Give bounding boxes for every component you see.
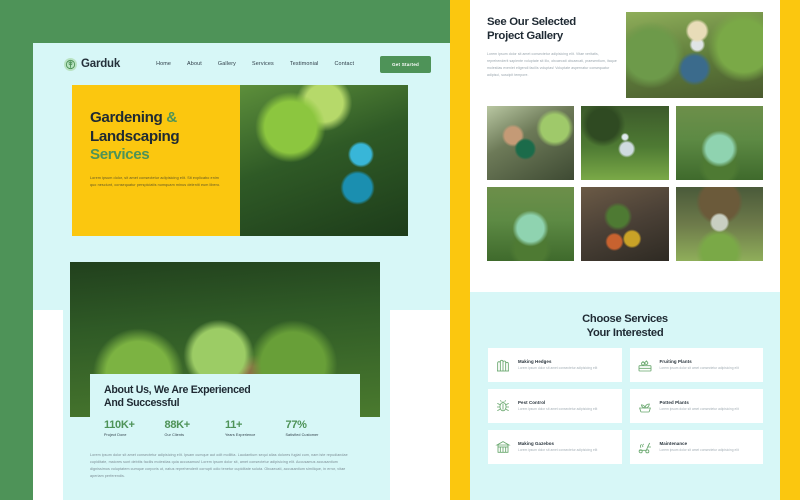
services-title: Choose Services Your Interested [470,312,780,341]
gallery-item[interactable] [487,106,575,180]
stat-satisfied-customer: 77% Satisfied Customer [286,419,347,437]
about-stats: 110K+ Project Done 88K+ Our Clients 11+ … [104,419,346,437]
hero-description: Lorem ipsum dolor, sit amet consectetur … [90,175,221,188]
hero-section: Gardening & Landscaping Services Lorem i… [72,85,408,236]
brand-logo[interactable]: Garduk [64,57,121,71]
service-text: Making Gazebos Lorem ipsum dolor sit ame… [518,441,597,454]
service-name: Fruiting Plants [659,358,692,364]
gallery-title-line2: Project Gallery [487,30,563,43]
stat-label: Satisfied Customer [285,432,319,437]
hedge-icon [495,357,511,373]
navbar: Garduk Home About Gallery Services Testi… [33,43,450,85]
bug-icon [495,398,511,414]
services-title-line1: Choose Services [582,313,668,325]
service-description: Lorem ipsum dolor sit amet consectetur a… [518,365,598,370]
lawn-mower-icon [637,439,653,455]
service-description: Lorem ipsum dolor sit amet consectetur a… [659,365,739,370]
nav-link-gallery[interactable]: Gallery [218,61,236,67]
service-name: Making Gazebos [518,440,555,446]
page-frame: Garduk Home About Gallery Services Testi… [0,0,800,500]
about-title: About Us, We Are Experienced And Success… [104,384,346,410]
hero-title-ampersand: & [166,109,177,126]
gallery-description: Lorem ipsum dolor sit amet consectetur a… [487,52,617,77]
service-text: Pest Control Lorem ipsum dolor sit amet … [518,400,597,413]
stat-our-clients: 88K+ Our Clients [165,419,226,437]
service-name: Making Hedges [518,358,552,364]
gallery-item[interactable] [487,187,575,261]
service-text: Potted Plants Lorem ipsum dolor sit amet… [660,400,739,413]
left-lower-white-gutter [33,310,63,500]
fruit-crate-icon [637,357,653,373]
service-description: Lorem ipsum dolor sit amet consectetur a… [659,447,739,452]
hero-text-block: Gardening & Landscaping Services Lorem i… [72,85,240,236]
service-text: Making Hedges Lorem ipsum dolor sit amet… [518,359,597,372]
service-name: Maintenance [659,440,688,446]
service-text: Maintenance Lorem ipsum dolor sit amet c… [660,441,739,454]
stat-label: Our Clients [164,432,185,437]
gazebo-icon [495,439,511,455]
hero-title-line3: Services [90,146,150,164]
nav-link-about[interactable]: About [187,61,202,67]
services-title-line2: Your Interested [586,327,664,340]
stat-years-experience: 11+ Years Experience [225,419,286,437]
service-card-maintenance[interactable]: Maintenance Lorem ipsum dolor sit amet c… [629,430,763,464]
nav-link-testimonial[interactable]: Testimonial [290,61,319,67]
service-card-pest-control[interactable]: Pest Control Lorem ipsum dolor sit amet … [488,389,622,423]
primary-nav: Home About Gallery Services Testimonial … [156,61,354,67]
gallery-title: See Our Selected Project Gallery [487,15,617,43]
hero-title-line1: Gardening [90,109,163,126]
gallery-grid [487,106,763,261]
gallery-item[interactable] [581,187,669,261]
about-paragraph: Lorem ipsum dolor sit amet consectetur a… [90,453,348,478]
yellow-divider-right [780,0,800,500]
get-started-button[interactable]: Get Started [380,55,431,73]
nav-link-services[interactable]: Services [252,61,274,67]
service-card-making-gazebos[interactable]: Making Gazebos Lorem ipsum dolor sit ame… [488,430,622,464]
service-description: Lorem ipsum dolor sit amet consectetur a… [518,447,598,452]
left-right-white-gutter [390,310,450,500]
gallery-title-line1: See Our Selected [487,16,576,28]
yellow-divider-left [450,0,470,500]
service-name: Pest Control [518,399,546,405]
stat-value: 110K+ [104,418,135,431]
gallery-hero-image [626,12,763,98]
about-card: About Us, We Are Experienced And Success… [90,374,360,450]
hero-image [240,85,408,236]
leaf-circle-icon [64,57,77,71]
nav-link-contact[interactable]: Contact [335,61,355,67]
gallery-item[interactable] [581,106,669,180]
service-name: Potted Plants [659,399,689,405]
stat-label: Years Experience [225,432,256,437]
hero-title: Gardening & Landscaping Services [90,109,222,165]
gallery-item[interactable] [675,187,763,261]
gallery-heading-block: See Our Selected Project Gallery Lorem i… [487,15,617,79]
hero-title-line2: Landscaping [90,127,180,145]
service-description: Lorem ipsum dolor sit amet consectetur a… [518,406,598,411]
services-grid: Making Hedges Lorem ipsum dolor sit amet… [488,348,763,464]
service-text: Fruiting Plants Lorem ipsum dolor sit am… [660,359,739,372]
about-title-line2: And Successful [104,396,180,409]
stat-value: 88K+ [164,418,191,431]
stat-value: 11+ [225,418,243,431]
service-card-potted-plants[interactable]: Potted Plants Lorem ipsum dolor sit amet… [629,389,763,423]
service-description: Lorem ipsum dolor sit amet consectetur a… [659,406,739,411]
brand-name: Garduk [81,58,121,70]
stat-value: 77% [285,418,307,431]
stat-project-done: 110K+ Project Done [104,419,165,437]
gallery-item[interactable] [675,106,763,180]
nav-link-home[interactable]: Home [156,61,171,67]
potted-plant-icon [637,398,653,414]
about-title-line1: About Us, We Are Experienced [104,384,251,396]
service-card-fruiting-plants[interactable]: Fruiting Plants Lorem ipsum dolor sit am… [629,348,763,382]
service-card-making-hedges[interactable]: Making Hedges Lorem ipsum dolor sit amet… [488,348,622,382]
stat-label: Project Done [104,432,127,437]
